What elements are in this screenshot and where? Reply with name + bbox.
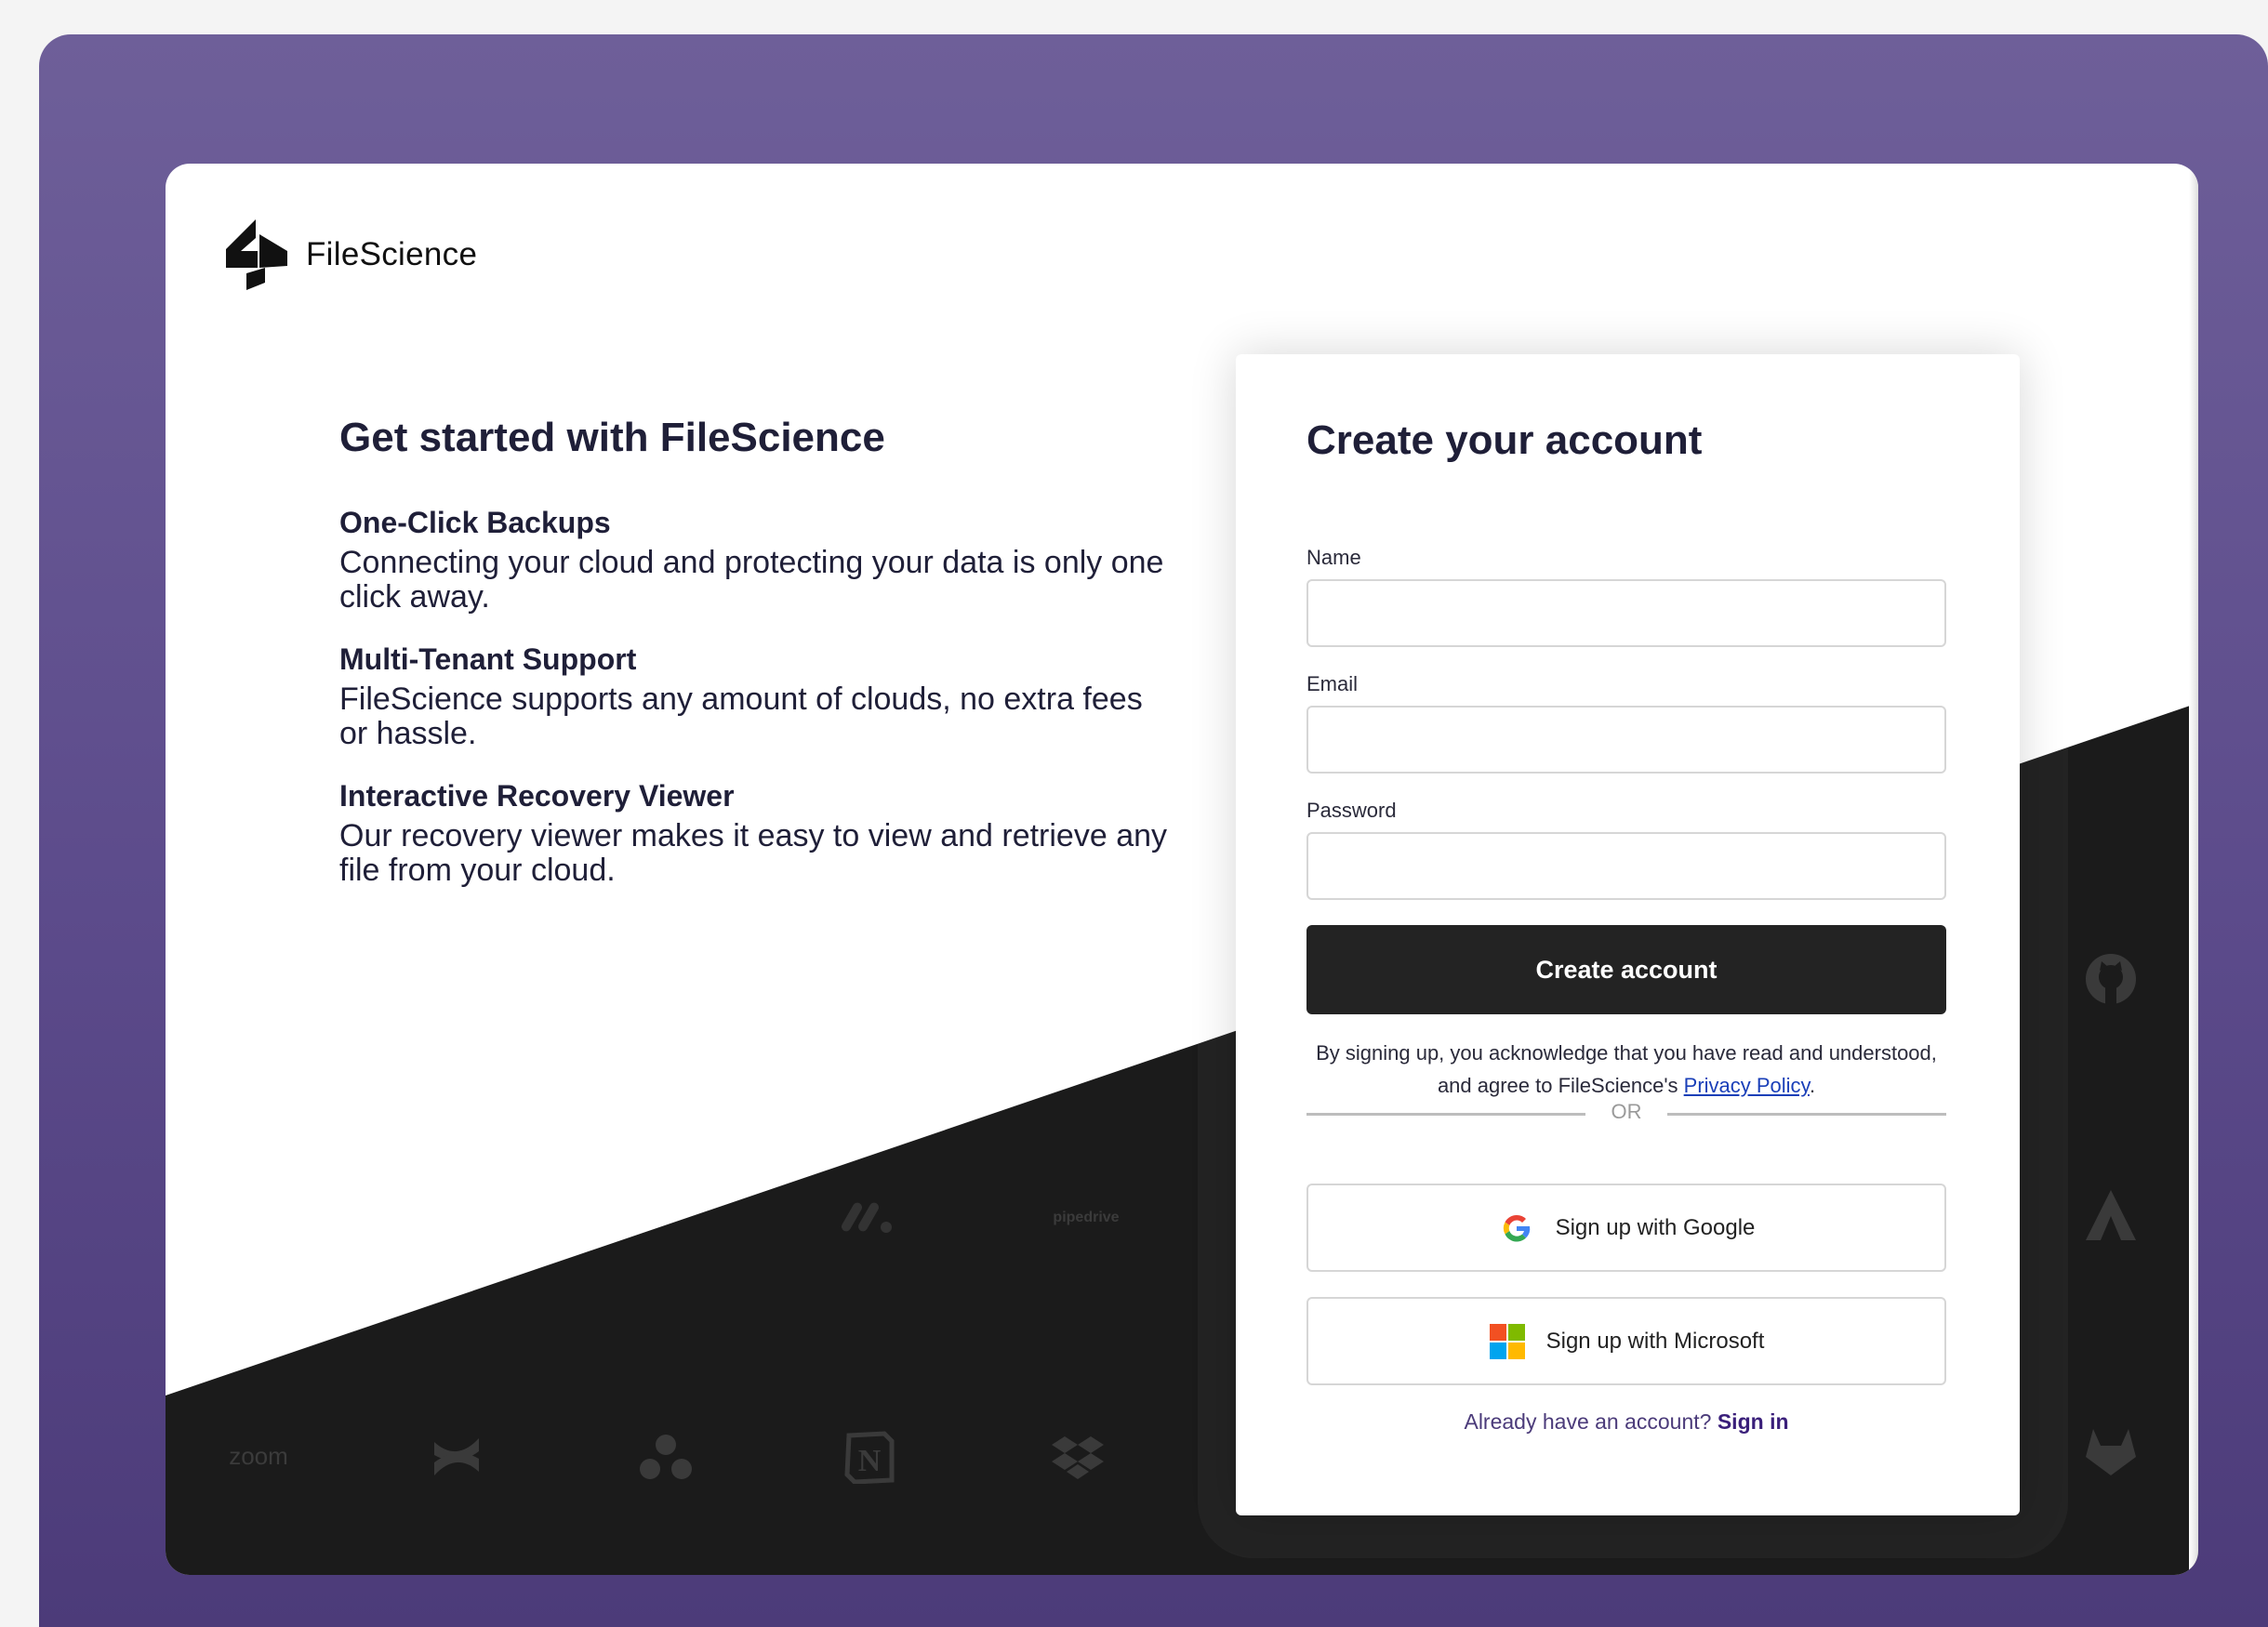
divider-line-right: [1667, 1113, 1946, 1116]
pipedrive-logo: pipedrive: [1040, 1207, 1133, 1229]
gitlab-icon: [2086, 1429, 2136, 1475]
google-signup-button[interactable]: Sign up with Google: [1306, 1184, 1946, 1272]
brand-name: FileScience: [306, 236, 478, 272]
password-input[interactable]: [1306, 832, 1946, 900]
signin-prompt-text: Already have an account?: [1464, 1409, 1712, 1434]
create-account-button[interactable]: Create account: [1306, 925, 1946, 1014]
feature-description: FileScience supports any amount of cloud…: [339, 681, 1143, 751]
legal-end: .: [1809, 1074, 1816, 1097]
feature-description: Connecting your cloud and protecting you…: [339, 545, 1164, 615]
microsoft-icon: [1489, 1323, 1526, 1360]
intro-title: Get started with FileScience: [339, 415, 885, 460]
signin-link[interactable]: Sign in: [1718, 1409, 1789, 1434]
or-label: OR: [1611, 1100, 1642, 1123]
google-icon: [1498, 1210, 1535, 1247]
confluence-icon: [434, 1438, 479, 1475]
feature-item: Multi-Tenant Support FileScience support…: [339, 642, 1176, 751]
dropbox-icon: [1052, 1436, 1104, 1479]
microsoft-signup-button[interactable]: Sign up with Microsoft: [1306, 1297, 1946, 1385]
feature-description: Our recovery viewer makes it easy to vie…: [339, 818, 1168, 888]
microsoft-signup-label: Sign up with Microsoft: [1545, 1328, 1765, 1354]
page-background: FileScience Get started with FileScience…: [39, 34, 2268, 1627]
email-label: Email: [1306, 672, 1359, 695]
name-input[interactable]: [1306, 579, 1946, 647]
signup-form: Create your account Name Email Password …: [1236, 354, 2020, 1515]
feature-item: Interactive Recovery Viewer Our recovery…: [339, 779, 1176, 888]
legal-notice: By signing up, you acknowledge that you …: [1306, 1037, 1946, 1102]
zoom-logo-text: zoom: [229, 1441, 288, 1470]
main-card: FileScience Get started with FileScience…: [166, 164, 2198, 1575]
name-label: Name: [1306, 546, 1361, 569]
brand-logo[interactable]: FileScience: [226, 219, 477, 290]
form-title: Create your account: [1306, 417, 1703, 463]
password-label: Password: [1306, 799, 1397, 822]
intro-section: Get started with FileScience One-Click B…: [339, 415, 1176, 916]
zoom-logo: zoom: [212, 1437, 305, 1475]
google-signup-label: Sign up with Google: [1555, 1214, 1756, 1240]
github-icon: [2086, 954, 2136, 1004]
feature-item: One-Click Backups Connecting your cloud …: [339, 506, 1176, 615]
legal-text: By signing up, you acknowledge that you …: [1316, 1041, 1937, 1097]
card-scroll-edge: [2189, 164, 2198, 1575]
feature-title: One-Click Backups: [339, 506, 611, 539]
atlassian-icon: [2086, 1190, 2136, 1240]
monday-icon: [842, 1202, 892, 1233]
feature-title: Interactive Recovery Viewer: [339, 779, 735, 813]
filescience-logo-icon: [226, 219, 287, 290]
email-input[interactable]: [1306, 706, 1946, 774]
or-divider: OR: [1306, 1100, 1946, 1128]
svg-text:N: N: [858, 1444, 882, 1478]
asana-icon: [640, 1435, 692, 1479]
privacy-policy-link[interactable]: Privacy Policy: [1684, 1074, 1810, 1097]
feature-title: Multi-Tenant Support: [339, 642, 637, 676]
pipedrive-logo-text: pipedrive: [1053, 1210, 1120, 1225]
signin-prompt: Already have an account? Sign in: [1306, 1409, 1946, 1435]
notion-icon: N: [844, 1431, 895, 1484]
